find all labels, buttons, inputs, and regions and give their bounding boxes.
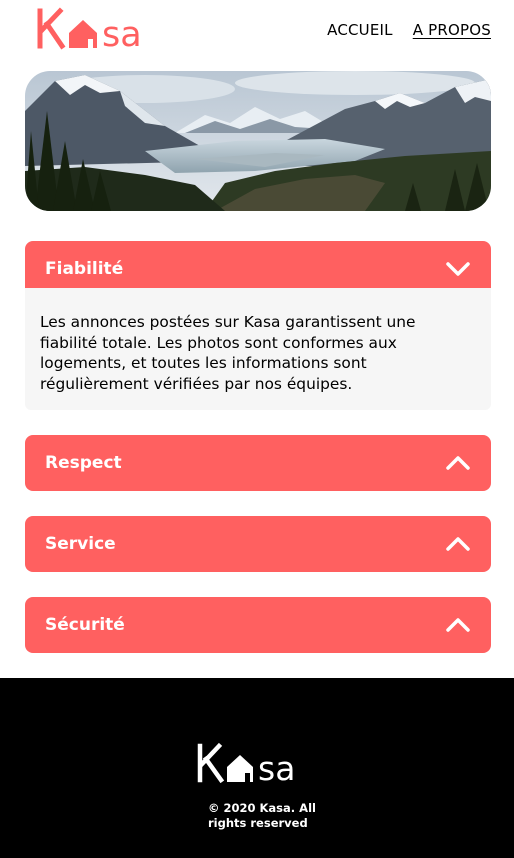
site-header: sa ACCUEIL A PROPOS <box>0 0 514 60</box>
footer-copyright: © 2020 Kasa. All rights reserved <box>208 801 316 830</box>
kasa-logo-graphic: sa <box>37 7 142 55</box>
kasa-logo[interactable]: sa <box>36 6 170 55</box>
main-nav: ACCUEIL A PROPOS <box>327 21 491 39</box>
mountain-landscape-image <box>25 71 491 211</box>
house-icon <box>227 755 253 782</box>
nav-link-accueil[interactable]: ACCUEIL <box>327 21 393 39</box>
collapse-content-fiabilite: Les annonces postées sur Kasa garantisse… <box>25 288 491 410</box>
chevron-up-icon[interactable] <box>445 617 471 633</box>
logo-wordmark: sa <box>102 15 142 52</box>
collapse-title-service: Service <box>45 534 116 554</box>
collapse-title-respect: Respect <box>45 453 122 473</box>
site-footer: sa © 2020 Kasa. All rights reserved <box>0 678 514 858</box>
collapse-respect[interactable]: Respect <box>25 435 491 491</box>
house-icon <box>69 20 97 48</box>
banner-image <box>25 71 491 211</box>
kasa-logo-footer: sa <box>197 742 295 786</box>
svg-text:sa: sa <box>258 749 295 786</box>
collapse-title-fiabilite: Fiabilité <box>45 259 124 279</box>
collapse-text-fiabilite: Les annonces postées sur Kasa garantisse… <box>40 313 416 393</box>
chevron-down-icon[interactable] <box>445 261 471 277</box>
collapse-title-securite: Sécurité <box>45 615 125 635</box>
chevron-up-icon[interactable] <box>445 455 471 471</box>
chevron-up-icon[interactable] <box>445 536 471 552</box>
collapse-service[interactable]: Service <box>25 516 491 572</box>
nav-link-a-propos[interactable]: A PROPOS <box>413 21 491 39</box>
collapse-securite[interactable]: Sécurité <box>25 597 491 653</box>
